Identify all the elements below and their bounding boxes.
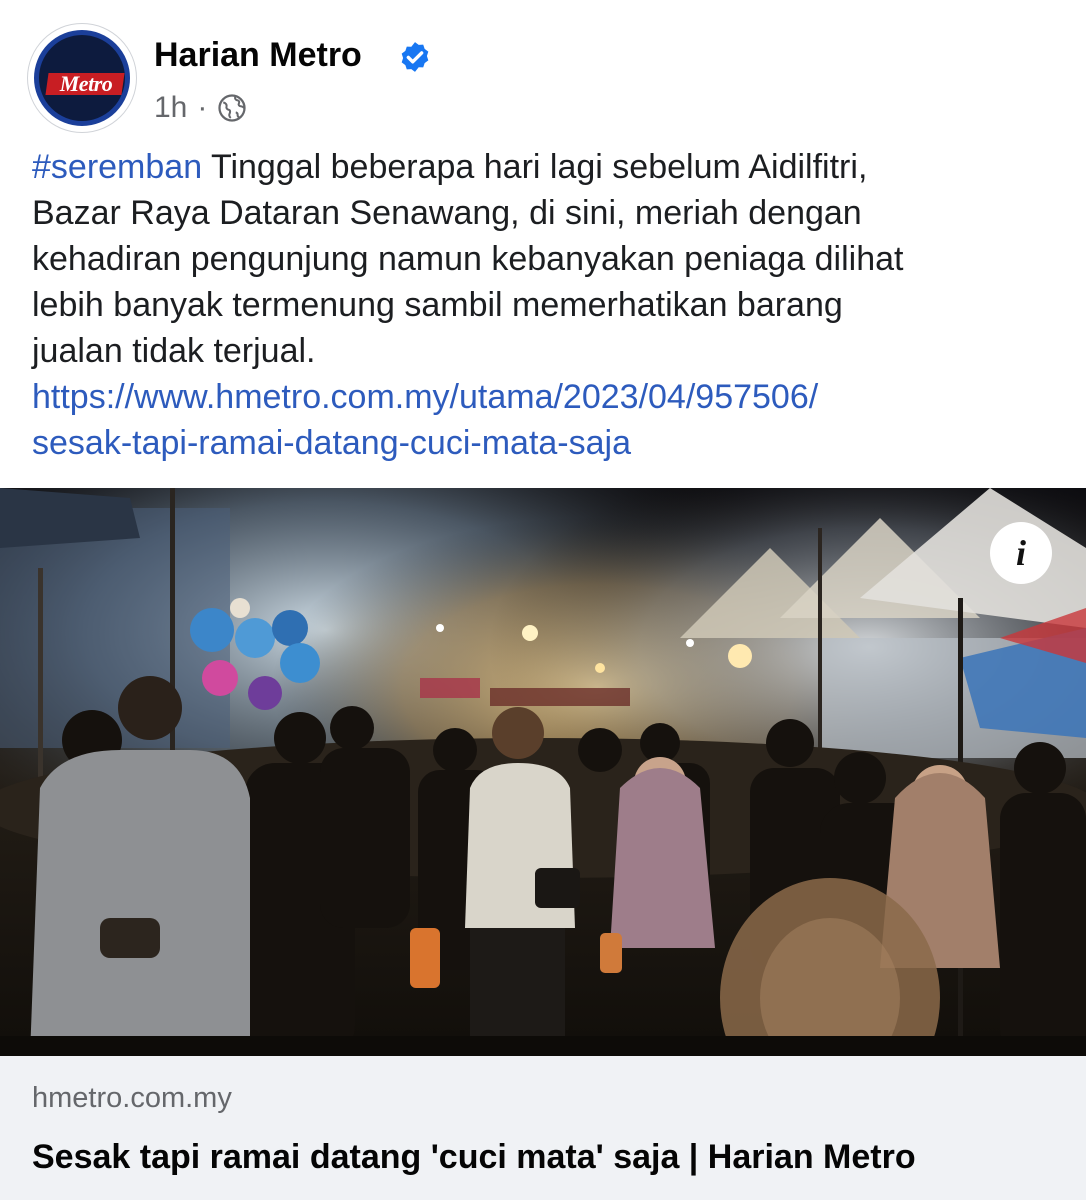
page-name[interactable]: Harian Metro [154,36,362,75]
metro-logo: Metro [34,30,130,126]
article-url-line-2[interactable]: sesak-tapi-ramai-datang-cuci-mata-saja [32,420,1062,466]
link-domain: hmetro.com.my [32,1082,232,1114]
post-timestamp[interactable]: 1h [154,91,187,125]
post-body: #seremban Tinggal beberapa hari lagi seb… [32,144,1062,466]
page-avatar[interactable]: Metro [28,24,136,132]
post-line-1: #seremban Tinggal beberapa hari lagi seb… [32,144,1062,190]
link-preview-card[interactable]: hmetro.com.my Sesak tapi ramai datang 'c… [0,1056,1086,1200]
post-photo[interactable] [0,488,1086,1056]
bazaar-scene-image [0,488,1086,1056]
info-icon[interactable]: i [990,522,1052,584]
post-text-line: kehadiran pengunjung namun kebanyakan pe… [32,240,904,278]
post-text-line: Tinggal beberapa hari lagi sebelum Aidil… [202,148,868,186]
link-title: Sesak tapi ramai datang 'cuci mata' saja… [32,1138,916,1176]
post-text-line: Bazar Raya Dataran Senawang, di sini, me… [32,194,862,232]
globe-icon[interactable] [217,93,247,123]
meta-separator: · [197,91,208,124]
article-url-line-1[interactable]: https://www.hmetro.com.my/utama/2023/04/… [32,374,1062,420]
post-meta: 1h · [154,88,247,128]
post-text-line: jualan tidak terjual. [32,332,316,370]
hashtag-link[interactable]: #seremban [32,148,202,186]
post-header: Metro Harian Metro 1h · [0,0,1086,140]
logo-text: Metro [59,71,113,96]
post-text-line: lebih banyak termenung sambil memerhatik… [32,286,843,324]
verified-badge-icon [401,42,429,72]
